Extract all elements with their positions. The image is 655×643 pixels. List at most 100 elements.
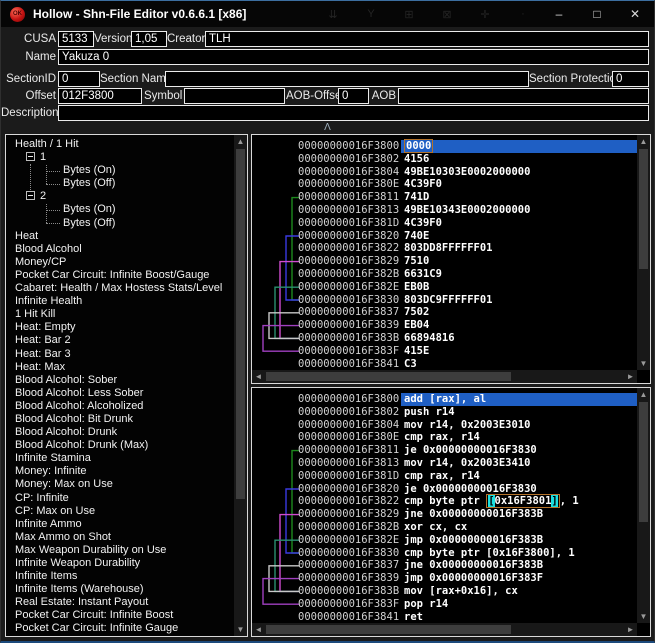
tree-item[interactable]: Bytes (On) bbox=[6, 203, 234, 216]
disasm-row[interactable]: 00000000016F3802push r14 bbox=[252, 406, 637, 419]
byte-edit-box[interactable]: 0000 bbox=[404, 139, 433, 153]
pattern-box-icon[interactable]: ⊠ bbox=[437, 8, 457, 21]
tree-item[interactable]: Money: Infinite bbox=[6, 465, 234, 478]
tree-item[interactable]: Bytes (Off) bbox=[6, 217, 234, 230]
tree-item[interactable]: Heat: Empty bbox=[6, 321, 234, 334]
scrollbar-thumb[interactable] bbox=[266, 625, 511, 634]
aob-offset-field[interactable] bbox=[338, 88, 369, 104]
tree-item[interactable]: Bytes (Off) bbox=[6, 177, 234, 190]
scrollbar-thumb[interactable] bbox=[266, 372, 511, 381]
hex-horizontal-scrollbar[interactable]: ◄ ► bbox=[252, 370, 637, 383]
disasm-horizontal-scrollbar[interactable]: ◄ ► bbox=[252, 623, 637, 636]
pin-icon[interactable]: ✛ bbox=[475, 8, 495, 21]
tree-item[interactable]: Infinite Weapon Durability bbox=[6, 557, 234, 570]
dot-icon[interactable]: · bbox=[513, 8, 533, 20]
tree-item[interactable]: Money: Max on Use bbox=[6, 478, 234, 491]
hex-row[interactable]: 00000000016F38024156 bbox=[252, 153, 637, 166]
disasm-row[interactable]: 00000000016F380Ecmp rax, r14 bbox=[252, 431, 637, 444]
hex-row[interactable]: 00000000016F3820740E bbox=[252, 230, 637, 243]
scrollbar-thumb[interactable] bbox=[236, 149, 245, 499]
section-name-field[interactable] bbox=[165, 71, 529, 87]
description-field[interactable] bbox=[58, 105, 649, 121]
tree-item[interactable]: Heat bbox=[6, 230, 234, 243]
hex-row[interactable]: 00000000016F381349BE10343E0002000000 bbox=[252, 204, 637, 217]
offset-field[interactable] bbox=[58, 88, 142, 104]
section-id-field[interactable] bbox=[58, 71, 100, 87]
hex-row[interactable]: 00000000016F3811741D bbox=[252, 191, 637, 204]
collapse-double-chevron-icon[interactable]: ⇊ bbox=[323, 8, 343, 21]
tree-item[interactable]: Bytes (On) bbox=[6, 164, 234, 177]
tree-item[interactable]: Pocket Car Circuit: Infinite Gauge bbox=[6, 622, 234, 635]
hex-row[interactable]: 00000000016F38297510 bbox=[252, 255, 637, 268]
tree-item[interactable]: Heat: Bar 3 bbox=[6, 348, 234, 361]
tree-item[interactable]: Max Ammo on Shot bbox=[6, 531, 234, 544]
hex-row[interactable]: 00000000016F3830803DC9FFFFFF01 bbox=[252, 294, 637, 307]
tree-item[interactable]: Blood Alcohol: Alcoholized bbox=[6, 400, 234, 413]
disasm-row[interactable]: 00000000016F382Ejmp 0x00000000016F383B bbox=[252, 534, 637, 547]
minimize-button[interactable]: – bbox=[540, 1, 578, 27]
tree-item[interactable]: Real Estate: Instant Payout bbox=[6, 596, 234, 609]
tree-item[interactable]: Cabaret: Health / Max Hostess Stats/Leve… bbox=[6, 282, 234, 295]
scroll-down-icon[interactable]: ▼ bbox=[637, 357, 650, 370]
scroll-up-icon[interactable]: ▲ bbox=[637, 388, 650, 401]
disasm-row[interactable]: 00000000016F3822cmp byte ptr [0x16F3801]… bbox=[252, 495, 637, 508]
operand-edit-box[interactable]: [0x16F3801] bbox=[486, 494, 560, 508]
tree-item[interactable]: Money/CP bbox=[6, 256, 234, 269]
disasm-row[interactable]: 00000000016F3841ret bbox=[252, 611, 637, 623]
symbol-field[interactable] bbox=[184, 88, 285, 104]
scroll-left-icon[interactable]: ◄ bbox=[252, 370, 265, 383]
disasm-row[interactable]: 00000000016F3830cmp byte ptr [0x16F3800]… bbox=[252, 547, 637, 560]
tree-item[interactable]: CP: Infinite bbox=[6, 492, 234, 505]
scroll-down-icon[interactable]: ▼ bbox=[234, 623, 247, 636]
add-box-icon[interactable]: ⊞ bbox=[399, 8, 419, 21]
tree-item[interactable]: Blood Alcohol: Drunk (Max) bbox=[6, 439, 234, 452]
tree-item[interactable]: Heat: Bar 2 bbox=[6, 334, 234, 347]
hex-row[interactable]: 00000000016F381D4C39F0 bbox=[252, 217, 637, 230]
tree-item[interactable]: Infinite Items (Warehouse) bbox=[6, 583, 234, 596]
disasm-row[interactable]: 00000000016F383Bmov [rax+0x16], cx bbox=[252, 585, 637, 598]
collapse-toggle-icon[interactable] bbox=[26, 191, 35, 200]
hex-row[interactable]: 00000000016F380E4C39F0 bbox=[252, 178, 637, 191]
tree-item[interactable]: Infinite Stamina bbox=[6, 452, 234, 465]
tree-item[interactable]: 2 bbox=[6, 190, 234, 203]
close-button[interactable]: ✕ bbox=[616, 1, 654, 27]
name-field[interactable] bbox=[58, 49, 649, 65]
disasm-row[interactable]: 00000000016F3811je 0x00000000016F3830 bbox=[252, 444, 637, 457]
disasm-vertical-scrollbar[interactable]: ▲ ▼ bbox=[637, 388, 650, 623]
disasm-row[interactable]: 00000000016F3839jmp 0x00000000016F383F bbox=[252, 572, 637, 585]
disasm-row[interactable]: 00000000016F382Bxor cx, cx bbox=[252, 521, 637, 534]
tree-item[interactable]: Pocket Car Circuit: Infinite Boost bbox=[6, 609, 234, 622]
branch-icon[interactable]: Y bbox=[361, 8, 381, 20]
scrollbar-thumb[interactable] bbox=[639, 402, 648, 522]
aob-field[interactable] bbox=[398, 88, 649, 104]
tree-item[interactable]: 1 bbox=[6, 151, 234, 164]
hex-vertical-scrollbar[interactable]: ▲ ▼ bbox=[637, 135, 650, 370]
hex-row[interactable]: 00000000016F380449BE10303E0002000000 bbox=[252, 166, 637, 179]
tree-item[interactable]: Max Weapon Durability on Use bbox=[6, 544, 234, 557]
hex-row[interactable]: 00000000016F38000000 bbox=[252, 140, 637, 153]
disasm-row[interactable]: 00000000016F383Fpop r14 bbox=[252, 598, 637, 611]
disasm-row[interactable]: 00000000016F3820je 0x00000000016F3830 bbox=[252, 483, 637, 496]
tree-item[interactable]: Pocket Car Circuit: Infinite Boost/Gauge bbox=[6, 269, 234, 282]
creator-field[interactable] bbox=[205, 31, 649, 47]
scroll-up-icon[interactable]: ▲ bbox=[234, 135, 247, 148]
tree-vertical-scrollbar[interactable]: ▲ ▼ bbox=[234, 135, 247, 636]
scroll-right-icon[interactable]: ► bbox=[624, 370, 637, 383]
scrollbar-thumb[interactable] bbox=[639, 149, 648, 269]
tree-item[interactable]: CP: Max on Use bbox=[6, 505, 234, 518]
scroll-up-icon[interactable]: ▲ bbox=[637, 135, 650, 148]
scroll-left-icon[interactable]: ◄ bbox=[252, 623, 265, 636]
disasm-row[interactable]: 00000000016F3804mov r14, 0x2003E3010 bbox=[252, 419, 637, 432]
hex-row[interactable]: 00000000016F382EEB0B bbox=[252, 281, 637, 294]
tree-item[interactable]: Heat: Max bbox=[6, 361, 234, 374]
hex-row[interactable]: 00000000016F3822803DD8FFFFFF01 bbox=[252, 242, 637, 255]
maximize-button[interactable]: □ bbox=[578, 1, 616, 27]
hex-row[interactable]: 00000000016F3839EB04 bbox=[252, 319, 637, 332]
tree-item[interactable]: Blood Alcohol: Drunk bbox=[6, 426, 234, 439]
scroll-down-icon[interactable]: ▼ bbox=[637, 610, 650, 623]
disasm-row[interactable]: 00000000016F3837jne 0x00000000016F383B bbox=[252, 559, 637, 572]
tree-item[interactable]: Infinite Health bbox=[6, 295, 234, 308]
tree-item[interactable]: Blood Alcohol: Bit Drunk bbox=[6, 413, 234, 426]
disasm-row[interactable]: 00000000016F3800add [rax], al bbox=[252, 393, 637, 406]
collapse-toggle-icon[interactable] bbox=[26, 152, 35, 161]
